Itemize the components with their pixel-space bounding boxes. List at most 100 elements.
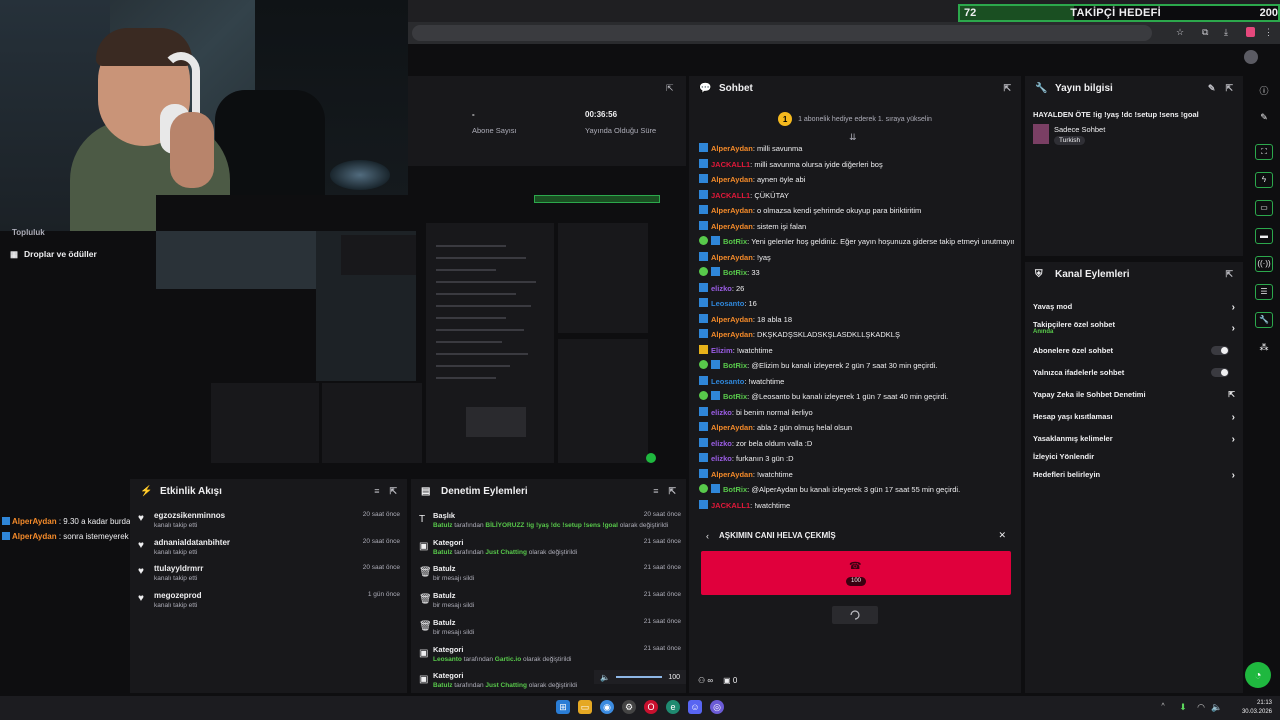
info-icon[interactable]: ⓘ <box>1255 84 1273 97</box>
profile-icon[interactable] <box>1246 27 1255 37</box>
hype-banner[interactable]: 1 1 abonelik hediye ederek 1. sıraya yük… <box>689 104 1021 134</box>
chat-username[interactable]: AlperAydan <box>711 175 753 184</box>
layers-icon[interactable]: ☰ <box>1255 284 1273 300</box>
chat-username[interactable]: AlperAydan <box>711 470 753 479</box>
tray-chevron-icon[interactable]: ^ <box>1156 700 1170 714</box>
activity-item[interactable]: ♥ egzozsikenminnos kanalı takip etti 20 saa… <box>138 511 400 537</box>
chat-username[interactable]: BotRix <box>723 237 747 246</box>
chat-username[interactable]: AlperAydan <box>711 222 753 231</box>
chat-username[interactable]: JACKALL1 <box>711 191 750 200</box>
channel-action-row[interactable]: Hedefleri belirleyin › <box>1033 470 1235 481</box>
edge-icon[interactable]: e <box>666 700 680 714</box>
chat-username[interactable]: BotRix <box>723 268 747 277</box>
user-avatar[interactable] <box>1244 50 1258 64</box>
chat-message[interactable]: AlperAydan: !yaş <box>699 251 1014 262</box>
chat-message[interactable]: AlperAydan: milli savunma <box>699 143 1014 153</box>
system-clock[interactable]: 21:13 30.03.2026 <box>1242 699 1272 717</box>
external-link-icon[interactable]: ⇱ <box>1228 390 1235 399</box>
chat-message[interactable]: BotRix: 33 <box>699 267 1014 277</box>
chat-username[interactable]: Leosanto <box>711 377 744 386</box>
chat-username[interactable]: AlperAydan <box>711 206 753 215</box>
channel-action-row[interactable]: Yalnızca ifadelerle sohbet <box>1033 368 1235 377</box>
edit-icon[interactable]: ✎ <box>1208 83 1216 94</box>
chat-username[interactable]: BotRix <box>723 392 747 401</box>
back-icon[interactable]: ‹ <box>706 531 709 541</box>
channel-action-row[interactable]: Yapay Zeka ile Sohbet Denetimi ⇱ <box>1033 390 1235 399</box>
channel-action-row[interactable]: Yavaş mod › <box>1033 302 1235 313</box>
chevron-right-icon[interactable]: › <box>1232 412 1235 423</box>
loading-button[interactable] <box>832 606 878 624</box>
activity-item[interactable]: ♥ ttulayyldrmrr kanalı takip etti 20 saat ö… <box>138 564 400 590</box>
points-unlimited[interactable]: ⚇ ∞ <box>698 676 713 685</box>
chat-username[interactable]: elizko <box>711 284 732 293</box>
filter-icon[interactable]: ≡ <box>653 486 658 497</box>
help-chat-icon[interactable]: ◔ <box>1245 662 1271 688</box>
moderation-actor[interactable]: Batulz <box>433 682 453 689</box>
fullscreen-icon[interactable]: ⛶ <box>1255 144 1273 160</box>
follower-name[interactable]: egzozsikenminnos <box>154 511 225 520</box>
file-explorer-icon[interactable]: ▭ <box>578 700 592 714</box>
chat-username[interactable]: Leosanto <box>711 299 744 308</box>
chat-message[interactable]: AlperAydan: abla 2 gün olmuş helal olsun <box>699 422 1014 432</box>
channel-points[interactable]: ▣ 0 <box>723 676 737 685</box>
follower-name[interactable]: adnanialdatanbihter <box>154 538 230 547</box>
nav-item-partial[interactable]: Topluluk <box>12 228 45 237</box>
chat-message[interactable]: elizko: 26 <box>699 282 1014 293</box>
chat-message[interactable]: elizko: zor bela oldum valla :D <box>699 437 1014 448</box>
popout-icon[interactable]: ⇱ <box>389 486 397 497</box>
extensions-icon[interactable]: ⧉ <box>1202 27 1208 38</box>
chat-message[interactable]: AlperAydan: DKŞKADŞSKLADSKŞLASDKLLŞKADKL… <box>699 329 1014 339</box>
chat-message[interactable]: BotRix: @AlperAydan bu kanalı izleyerek … <box>699 484 1014 494</box>
chat-message[interactable]: AlperAydan: sistem işi falan <box>699 220 1014 231</box>
chat-message[interactable]: AlperAydan: o olmazsa kendi şehrimde oku… <box>699 205 1014 215</box>
moderation-item[interactable]: 🗑 Batulz bir mesajı sildi 21 saat önce <box>419 591 681 617</box>
broadcast-icon[interactable]: ((·)) <box>1255 256 1273 272</box>
chevron-right-icon[interactable]: › <box>1232 470 1235 481</box>
close-icon[interactable]: ✕ <box>998 530 1006 541</box>
chat-message[interactable]: BotRix: Yeni gelenler hoş geldiniz. Eğer… <box>699 236 1014 246</box>
chat-username[interactable]: AlperAydan <box>711 423 753 432</box>
chat-username[interactable]: Elizim <box>711 346 733 355</box>
chat-username[interactable]: AlperAydan <box>711 330 753 339</box>
download-icon[interactable]: ⤓ <box>1224 27 1228 38</box>
chat-message[interactable]: JACKALL1: ÇÜKÜTAY <box>699 189 1014 200</box>
chat-message[interactable]: Elizim: !watchtime <box>699 344 1014 355</box>
activity-item[interactable]: ♥ megozeprod kanalı takip etti 1 gün önce <box>138 591 400 617</box>
tools-icon[interactable]: 🔧 <box>1255 312 1273 328</box>
opera-icon[interactable]: O <box>644 700 658 714</box>
volume-control[interactable]: 🔈 100 <box>594 670 686 684</box>
chevron-right-icon[interactable]: › <box>1232 323 1235 334</box>
activity-item[interactable]: ♥ adnanialdatanbihter kanalı takip etti 20 … <box>138 538 400 564</box>
chat-message[interactable]: BotRix: @Elizim bu kanalı izleyerek 2 gü… <box>699 360 1014 370</box>
connection-icon[interactable]: ⁂ <box>1255 342 1273 353</box>
pencil-icon[interactable]: ✎ <box>1255 112 1273 123</box>
chrome-icon[interactable]: ◉ <box>600 700 614 714</box>
channel-action-row[interactable]: Yasaklanmış kelimeler › <box>1033 434 1235 445</box>
chat-bubble-icon[interactable]: ▬ <box>1255 228 1273 244</box>
popout-icon[interactable]: ⇱ <box>1003 83 1011 94</box>
lightning-icon[interactable]: ϟ <box>1255 172 1273 188</box>
moderation-actor[interactable]: Leosanto <box>433 656 462 663</box>
chevron-right-icon[interactable]: › <box>1232 302 1235 313</box>
chat-username[interactable]: AlperAydan <box>711 144 753 153</box>
menu-dots-icon[interactable]: ⋮ <box>1264 27 1273 38</box>
chat-message[interactable]: AlperAydan: aynen öyle abi <box>699 174 1014 184</box>
star-icon[interactable]: ☆ <box>1176 27 1184 38</box>
start-icon[interactable]: ⊞ <box>556 700 570 714</box>
moderation-actor[interactable]: Batulz <box>433 522 453 529</box>
network-icon[interactable]: ⬇ <box>1176 700 1190 714</box>
chevron-right-icon[interactable]: › <box>1232 434 1235 445</box>
chat-message[interactable]: Leosanto: 16 <box>699 298 1014 308</box>
chat-message[interactable]: JACKALL1: !watchtime <box>699 499 1014 510</box>
popout-icon[interactable]: ⇱ <box>1225 83 1233 94</box>
chat-username[interactable]: JACKALL1 <box>711 501 750 510</box>
discord-icon[interactable]: ☺ <box>688 700 702 714</box>
expand-icon[interactable]: ⇊ <box>849 132 857 143</box>
popout-icon[interactable]: ⇱ <box>668 486 676 497</box>
channel-action-row[interactable]: Abonelere özel sohbet <box>1033 346 1235 355</box>
toggle-switch[interactable] <box>1211 368 1229 377</box>
chat-message[interactable]: Leosanto: !watchtime <box>699 375 1014 386</box>
chat-message[interactable]: elizko: bi benim normal ilerliyo <box>699 406 1014 417</box>
chat-username[interactable]: elizko <box>711 454 732 463</box>
moderation-item[interactable]: ▣ Kategori Batulz tarafından Just Chatting… <box>419 538 681 564</box>
